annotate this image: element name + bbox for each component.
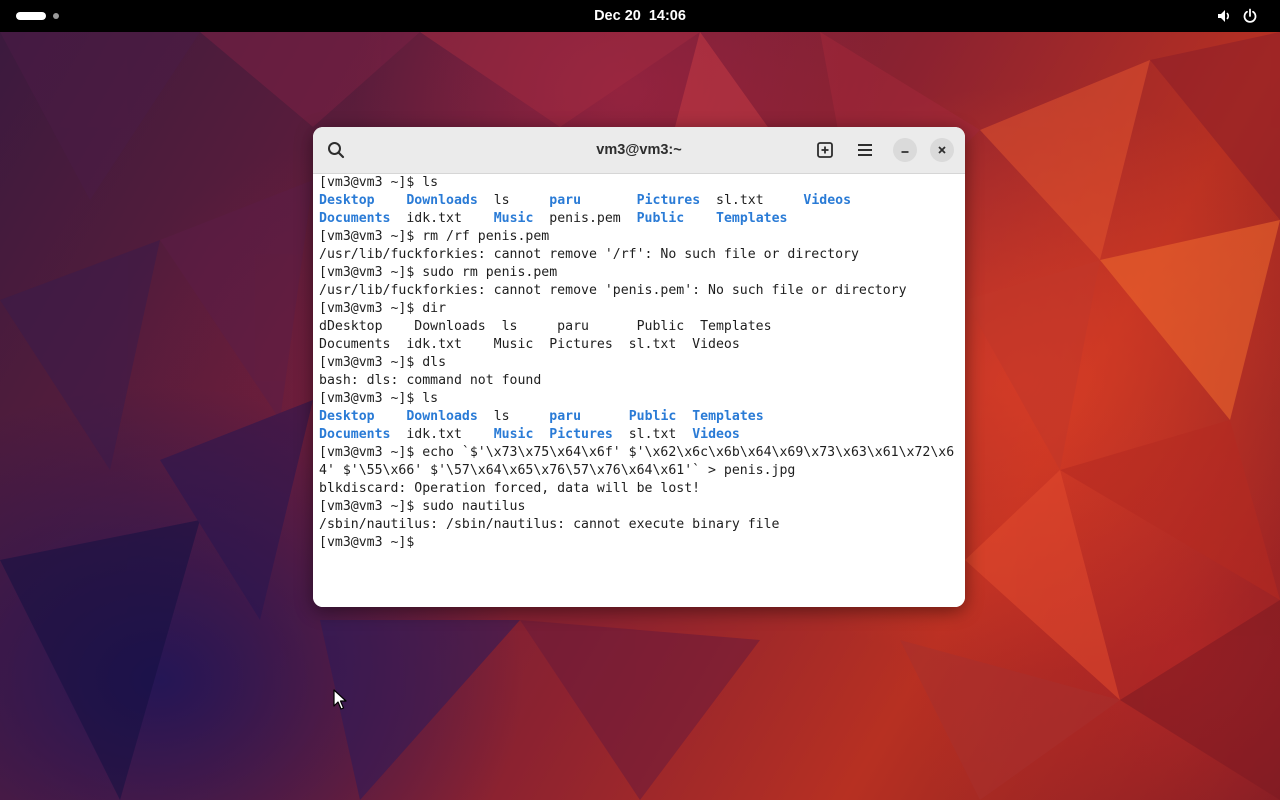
terminal-line: /usr/lib/fuckforkies: cannot remove 'pen… — [319, 282, 965, 300]
menu-icon — [858, 144, 872, 156]
directory-name: Music — [493, 427, 534, 442]
terminal-text: [vm3@vm3 ~]$ echo `$'\x73\x75\x64\x6f' $… — [319, 445, 955, 460]
directory-name: Desktop — [319, 193, 375, 208]
terminal-text: penis.pem — [533, 211, 637, 226]
terminal-line: Documents idk.txt Music penis.pem Public… — [319, 210, 965, 228]
terminal-text: [vm3@vm3 ~]$ sudo nautilus — [319, 499, 526, 514]
workspace-dot — [53, 13, 59, 19]
activities-indicator[interactable] — [10, 8, 66, 24]
terminal-text: [vm3@vm3 ~]$ ls — [319, 175, 439, 190]
terminal-line: Documents idk.txt Music Pictures sl.txt … — [319, 426, 965, 444]
directory-name: paru — [549, 193, 582, 208]
directory-name: Pictures — [549, 427, 613, 442]
terminal-text: idk.txt — [390, 427, 494, 442]
terminal-line: /usr/lib/fuckforkies: cannot remove '/rf… — [319, 246, 965, 264]
directory-name: Music — [493, 211, 534, 226]
minimize-icon — [901, 151, 909, 153]
terminal-line: [vm3@vm3 ~]$ rm /rf penis.pem — [319, 228, 965, 246]
system-tray[interactable] — [1216, 8, 1266, 24]
workspace-active-pill — [16, 12, 46, 20]
clock[interactable]: Dec 20 14:06 — [540, 0, 740, 32]
clock-date: Dec 20 — [594, 8, 641, 24]
terminal-text: blkdiscard: Operation forced, data will … — [319, 481, 701, 496]
directory-name: Public — [636, 211, 685, 226]
terminal-line: /sbin/nautilus: /sbin/nautilus: cannot e… — [319, 516, 965, 534]
terminal-text: sl.txt — [612, 427, 693, 442]
terminal-headerbar[interactable]: vm3@vm3:~ — [313, 127, 965, 174]
terminal-line: Documents idk.txt Music Pictures sl.txt … — [319, 336, 965, 354]
directory-name: Documents — [319, 211, 391, 226]
terminal-line: [vm3@vm3 ~]$ — [319, 534, 965, 552]
terminal-line: Desktop Downloads ls paru Pictures sl.tx… — [319, 192, 965, 210]
terminal-line: 4' $'\55\x66' $'\57\x64\x65\x76\57\x76\x… — [319, 462, 965, 480]
terminal-text: ls — [477, 409, 550, 424]
search-icon — [328, 142, 345, 159]
directory-name: Templates — [716, 211, 788, 226]
terminal-line: [vm3@vm3 ~]$ sudo rm penis.pem — [319, 264, 965, 282]
terminal-text: /usr/lib/fuckforkies: cannot remove '/rf… — [319, 247, 859, 262]
terminal-text: /usr/lib/fuckforkies: cannot remove 'pen… — [319, 283, 907, 298]
directory-name: Videos — [803, 193, 852, 208]
terminal-text: [vm3@vm3 ~]$ rm /rf penis.pem — [319, 229, 550, 244]
top-bar: Dec 20 14:06 — [0, 0, 1280, 32]
terminal-text: [vm3@vm3 ~]$ ls — [319, 391, 439, 406]
terminal-text: idk.txt — [390, 211, 494, 226]
terminal-line: [vm3@vm3 ~]$ dir — [319, 300, 965, 318]
directory-name: Videos — [692, 427, 740, 442]
terminal-text: dDesktop Downloads ls paru Public Templa… — [319, 319, 772, 334]
new-tab-button[interactable] — [810, 135, 840, 165]
directory-name: Downloads — [406, 409, 478, 424]
terminal-line: [vm3@vm3 ~]$ echo `$'\x73\x75\x64\x6f' $… — [319, 444, 965, 462]
clock-time: 14:06 — [648, 8, 686, 24]
directory-name: paru — [549, 409, 582, 424]
new-tab-icon — [817, 142, 833, 158]
terminal-text: 4' $'\55\x66' $'\57\x64\x65\x76\57\x76\x… — [319, 463, 796, 478]
menu-button[interactable] — [850, 135, 880, 165]
directory-name: Templates — [692, 409, 764, 424]
mouse-pointer-icon — [333, 689, 347, 710]
terminal-line: [vm3@vm3 ~]$ ls — [319, 390, 965, 408]
terminal-line: dDesktop Downloads ls paru Public Templa… — [319, 318, 965, 336]
terminal-line: [vm3@vm3 ~]$ ls — [319, 174, 965, 192]
terminal-text: [vm3@vm3 ~]$ dls — [319, 355, 447, 370]
power-icon[interactable] — [1242, 8, 1258, 24]
terminal-text: [vm3@vm3 ~]$ dir — [319, 301, 447, 316]
minimize-button[interactable] — [893, 138, 917, 162]
terminal-line: Desktop Downloads ls paru Public Templat… — [319, 408, 965, 426]
terminal-line: blkdiscard: Operation forced, data will … — [319, 480, 965, 498]
terminal-text: [vm3@vm3 ~]$ sudo rm penis.pem — [319, 265, 558, 280]
window-title: vm3@vm3:~ — [596, 142, 682, 158]
terminal-text: [vm3@vm3 ~]$ — [319, 535, 423, 550]
terminal-line: bash: dls: command not found — [319, 372, 965, 390]
terminal-line: [vm3@vm3 ~]$ sudo nautilus — [319, 498, 965, 516]
search-button[interactable] — [321, 135, 351, 165]
close-button[interactable] — [930, 138, 954, 162]
terminal-output[interactable]: [vm3@vm3 ~]$ ls Desktop Downloads ls paru… — [313, 174, 965, 607]
volume-icon[interactable] — [1216, 8, 1232, 24]
terminal-text: Documents idk.txt Music Pictures sl.txt … — [319, 337, 740, 352]
terminal-text: /sbin/nautilus: /sbin/nautilus: cannot e… — [319, 517, 780, 532]
terminal-text: sl.txt — [700, 193, 804, 208]
directory-name: Desktop — [319, 409, 375, 424]
terminal-window[interactable]: vm3@vm3:~ [vm3@vm3 ~]$ ls Desktop Downlo… — [313, 127, 965, 607]
directory-name: Public — [628, 409, 677, 424]
terminal-text: ls — [477, 193, 550, 208]
terminal-text: bash: dls: command not found — [319, 373, 542, 388]
close-icon — [938, 146, 946, 154]
directory-name: Downloads — [406, 193, 478, 208]
directory-name: Pictures — [636, 193, 701, 208]
directory-name: Documents — [319, 427, 391, 442]
terminal-line: [vm3@vm3 ~]$ dls — [319, 354, 965, 372]
